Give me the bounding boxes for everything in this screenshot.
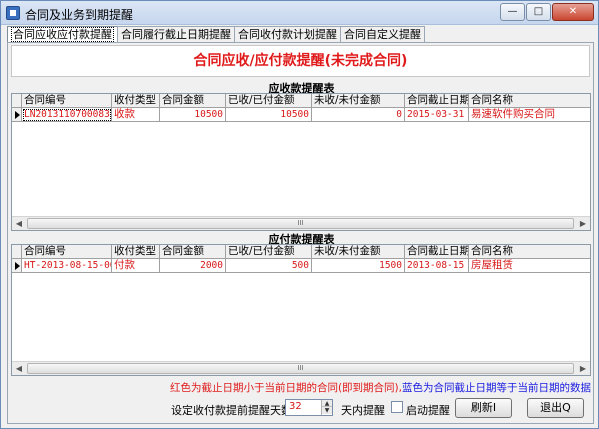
reminder-days-value[interactable]: 32 bbox=[289, 401, 302, 412]
col-header-contract-no[interactable]: 合同编号 bbox=[22, 94, 112, 108]
col-header-paid-amount[interactable]: 已收/已付金额 bbox=[226, 94, 312, 108]
payable-horizontal-scrollbar[interactable]: ◀ III ▶ bbox=[12, 361, 590, 375]
cell-contract-amount[interactable]: 10500 bbox=[160, 108, 226, 122]
reminder-days-label: 设定收付款提前提醒天数: bbox=[171, 404, 296, 417]
scroll-thumb[interactable]: III bbox=[27, 218, 574, 229]
window-title: 合同及业务到期提醒 bbox=[25, 8, 134, 22]
tab-panel: 合同应收/应付款提醒(未完成合同) 应收款提醒表 合同编号 收付类型 合同金额 … bbox=[7, 42, 594, 424]
minimize-button[interactable]: — bbox=[500, 3, 525, 21]
scroll-thumb[interactable]: III bbox=[27, 363, 574, 374]
col-header-unpaid-amount[interactable]: 未收/未付金额 bbox=[312, 94, 405, 108]
col-header-contract-amount[interactable]: 合同金额 bbox=[160, 94, 226, 108]
col-header-paid-amount[interactable]: 已收/已付金额 bbox=[226, 245, 312, 259]
cell-contract-no[interactable]: LN2013110700083 bbox=[22, 108, 112, 122]
cell-payment-type[interactable]: 收款 bbox=[112, 108, 160, 122]
cell-contract-name[interactable]: 房屋租赁 bbox=[469, 259, 590, 273]
receivable-grid-header: 合同编号 收付类型 合同金额 已收/已付金额 未收/未付金额 合同截止日期 合同… bbox=[12, 94, 590, 108]
refresh-button[interactable]: 刷新I bbox=[455, 398, 512, 418]
due-today-legend: 蓝色为合同截止日期等于当前日期的数据 bbox=[402, 382, 591, 394]
cell-contract-name[interactable]: 易速软件购买合同 bbox=[469, 108, 590, 122]
banner-title: 合同应收/应付款提醒(未完成合同) bbox=[193, 53, 408, 69]
app-window: 合同及业务到期提醒 — □ ✕ 合同应收应付款提醒 合同履行截止日期提醒 合同收… bbox=[0, 0, 599, 429]
tab-custom-reminder[interactable]: 合同自定义提醒 bbox=[340, 26, 425, 43]
banner: 合同应收/应付款提醒(未完成合同) bbox=[11, 45, 590, 77]
color-legend-notice: 红色为截止日期小于当前日期的合同(即到期合同),蓝色为合同截止日期等于当前日期的… bbox=[8, 380, 591, 395]
receivable-horizontal-scrollbar[interactable]: ◀ III ▶ bbox=[12, 216, 590, 230]
payable-grid-header: 合同编号 收付类型 合同金额 已收/已付金额 未收/未付金额 合同截止日期 合同… bbox=[12, 245, 590, 259]
maximize-button[interactable]: □ bbox=[526, 3, 551, 21]
overdue-legend: 红色为截止日期小于当前日期的合同(即到期合同) bbox=[169, 382, 399, 394]
cell-contract-no[interactable]: HT-2013-08-15-0001 bbox=[22, 259, 112, 273]
tab-performance-deadline[interactable]: 合同履行截止日期提醒 bbox=[117, 26, 235, 43]
cell-paid-amount[interactable]: 10500 bbox=[226, 108, 312, 122]
col-header-payment-type[interactable]: 收付类型 bbox=[112, 94, 160, 108]
row-header-corner bbox=[12, 94, 22, 108]
reminder-days-stepper[interactable]: 32 ▲ ▼ bbox=[285, 399, 333, 416]
col-header-contract-amount[interactable]: 合同金额 bbox=[160, 245, 226, 259]
row-selector-icon[interactable] bbox=[12, 108, 22, 122]
cell-contract-amount[interactable]: 2000 bbox=[160, 259, 226, 273]
col-header-unpaid-amount[interactable]: 未收/未付金额 bbox=[312, 245, 405, 259]
exit-button[interactable]: 退出Q bbox=[527, 398, 584, 418]
scroll-left-icon[interactable]: ◀ bbox=[12, 362, 26, 375]
settings-bar: 设定收付款提前提醒天数: 32 ▲ ▼ 天内提醒 启动提醒 刷新I 退出Q bbox=[8, 396, 595, 418]
cell-unpaid-amount[interactable]: 1500 bbox=[312, 259, 405, 273]
spin-down-icon[interactable]: ▼ bbox=[322, 407, 332, 414]
auto-reminder-checkbox[interactable] bbox=[391, 401, 403, 413]
reminder-days-suffix: 天内提醒 bbox=[341, 404, 385, 417]
auto-reminder-label: 启动提醒 bbox=[406, 404, 450, 417]
row-selector-icon[interactable] bbox=[12, 259, 22, 273]
payable-grid[interactable]: 合同编号 收付类型 合同金额 已收/已付金额 未收/未付金额 合同截止日期 合同… bbox=[11, 244, 591, 376]
col-header-deadline[interactable]: 合同截止日期 bbox=[405, 245, 469, 259]
spin-up-icon[interactable]: ▲ bbox=[322, 400, 332, 407]
col-header-contract-name[interactable]: 合同名称 bbox=[469, 245, 590, 259]
col-header-payment-type[interactable]: 收付类型 bbox=[112, 245, 160, 259]
cell-payment-type[interactable]: 付款 bbox=[112, 259, 160, 273]
cell-deadline[interactable]: 2015-03-31 bbox=[405, 108, 469, 122]
scroll-left-icon[interactable]: ◀ bbox=[12, 217, 26, 230]
close-button[interactable]: ✕ bbox=[552, 3, 594, 21]
cell-unpaid-amount[interactable]: 0 bbox=[312, 108, 405, 122]
scroll-right-icon[interactable]: ▶ bbox=[576, 217, 590, 230]
tab-bar: 合同应收应付款提醒 合同履行截止日期提醒 合同收付款计划提醒 合同自定义提醒 bbox=[7, 26, 425, 44]
col-header-contract-no[interactable]: 合同编号 bbox=[22, 245, 112, 259]
row-header-corner bbox=[12, 245, 22, 259]
cell-deadline[interactable]: 2013-08-15 bbox=[405, 259, 469, 273]
scroll-right-icon[interactable]: ▶ bbox=[576, 362, 590, 375]
table-row[interactable]: LN2013110700083 收款 10500 10500 0 2015-03… bbox=[12, 108, 590, 122]
cell-paid-amount[interactable]: 500 bbox=[226, 259, 312, 273]
col-header-deadline[interactable]: 合同截止日期 bbox=[405, 94, 469, 108]
col-header-contract-name[interactable]: 合同名称 bbox=[469, 94, 590, 108]
title-bar[interactable]: 合同及业务到期提醒 — □ ✕ bbox=[1, 1, 598, 25]
app-icon bbox=[6, 6, 20, 20]
tab-payment-plan[interactable]: 合同收付款计划提醒 bbox=[234, 26, 341, 43]
table-row[interactable]: HT-2013-08-15-0001 付款 2000 500 1500 2013… bbox=[12, 259, 590, 273]
receivable-grid[interactable]: 合同编号 收付类型 合同金额 已收/已付金额 未收/未付金额 合同截止日期 合同… bbox=[11, 93, 591, 231]
